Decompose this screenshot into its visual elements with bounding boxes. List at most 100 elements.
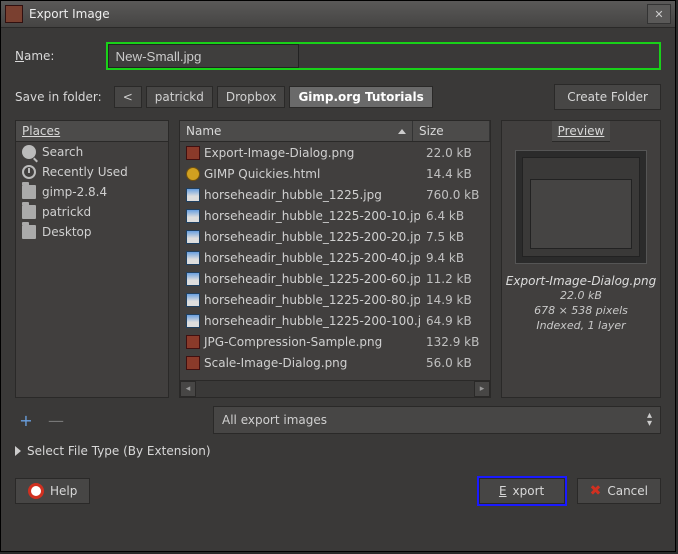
file-size: 14.9 kB <box>420 293 490 307</box>
app-icon <box>5 5 23 23</box>
places-item[interactable]: Search <box>16 142 168 162</box>
jpg-icon <box>186 314 200 328</box>
save-folder-label: Save in folder: <box>15 90 102 104</box>
search-icon <box>22 145 36 159</box>
help-button[interactable]: Help <box>15 478 90 504</box>
jpg-icon <box>186 293 200 307</box>
file-size: 11.2 kB <box>420 272 490 286</box>
horizontal-scrollbar[interactable]: ◂ ▸ <box>180 380 490 397</box>
add-bookmark-button[interactable]: + <box>15 411 37 430</box>
jpg-icon <box>186 230 200 244</box>
file-row[interactable]: Export-Image-Dialog.png 22.0 kB <box>180 142 490 163</box>
file-size: 9.4 kB <box>420 251 490 265</box>
jpg-icon <box>186 188 200 202</box>
places-item[interactable]: Recently Used <box>16 162 168 182</box>
png-icon <box>186 335 200 349</box>
preview-thumbnail <box>515 150 647 264</box>
png-icon <box>186 356 200 370</box>
titlebar: Export Image ✕ <box>1 1 675 28</box>
updown-icon: ▴▾ <box>647 412 652 428</box>
file-size: 22.0 kB <box>420 146 490 160</box>
export-image-dialog: Export Image ✕ Name: Save in folder: < p… <box>0 0 676 552</box>
file-row[interactable]: JPG-Compression-Sample.png 132.9 kB <box>180 331 490 352</box>
file-size: 56.0 kB <box>420 356 490 370</box>
places-header: Places <box>22 124 60 138</box>
file-row[interactable]: horseheadir_hubble_1225-200-60.jpg11.2 k… <box>180 268 490 289</box>
places-item-label: patrickd <box>42 205 91 219</box>
places-item-label: Search <box>42 145 83 159</box>
file-name: Scale-Image-Dialog.png <box>204 356 347 370</box>
file-size: 760.0 kB <box>420 188 490 202</box>
file-size: 7.5 kB <box>420 230 490 244</box>
path-segment-2[interactable]: Gimp.org Tutorials <box>289 86 432 108</box>
file-size: 14.4 kB <box>420 167 490 181</box>
file-row[interactable]: Scale-Image-Dialog.png 56.0 kB <box>180 352 490 373</box>
filename-input[interactable] <box>108 44 299 68</box>
places-item-label: Recently Used <box>42 165 128 179</box>
preview-header: Preview <box>558 124 605 138</box>
png-icon <box>186 146 200 160</box>
file-row[interactable]: GIMP Quickies.html 14.4 kB <box>180 163 490 184</box>
window-title: Export Image <box>29 7 110 21</box>
export-button[interactable]: Export <box>479 478 565 504</box>
remove-bookmark-button: — <box>45 411 67 430</box>
file-name: horseheadir_hubble_1225-200-60.jpg <box>204 272 420 286</box>
cancel-button[interactable]: ✖ Cancel <box>577 478 661 504</box>
filter-label: All export images <box>222 413 327 427</box>
file-size: 132.9 kB <box>420 335 490 349</box>
preview-panel: Preview Export-Image-Dialog.png 22.0 kB … <box>501 120 661 398</box>
jpg-icon <box>186 209 200 223</box>
file-list-panel: Name Size Export-Image-Dialog.png 22.0 kB… <box>179 120 491 398</box>
cancel-icon: ✖ <box>590 483 602 499</box>
file-name: Export-Image-Dialog.png <box>204 146 354 160</box>
file-name: GIMP Quickies.html <box>204 167 320 181</box>
places-item-label: gimp-2.8.4 <box>42 185 107 199</box>
file-name: horseheadir_hubble_1225-200-40.jpg <box>204 251 420 265</box>
places-item-label: Desktop <box>42 225 92 239</box>
file-name: horseheadir_hubble_1225-200-100.jpg <box>204 314 420 328</box>
file-row[interactable]: horseheadir_hubble_1225-200-20.jpg7.5 kB <box>180 226 490 247</box>
select-file-type-expander[interactable]: Select File Type (By Extension) <box>15 444 661 458</box>
sort-ascending-icon <box>398 129 406 134</box>
file-name: horseheadir_hubble_1225-200-20.jpg <box>204 230 420 244</box>
places-item[interactable]: gimp-2.8.4 <box>16 182 168 202</box>
preview-size: 22.0 kB <box>560 288 602 303</box>
preview-filename: Export-Image-Dialog.png <box>506 274 656 288</box>
scroll-right-icon[interactable]: ▸ <box>474 381 490 397</box>
file-name: horseheadir_hubble_1225-200-80.jpg <box>204 293 420 307</box>
file-size: 64.9 kB <box>420 314 490 328</box>
folder-icon <box>22 185 36 199</box>
places-item[interactable]: Desktop <box>16 222 168 242</box>
path-up-button[interactable]: < <box>114 86 142 108</box>
folder-icon <box>22 205 36 219</box>
file-row[interactable]: horseheadir_hubble_1225.jpg 760.0 kB <box>180 184 490 205</box>
column-header-name[interactable]: Name <box>180 121 413 141</box>
file-row[interactable]: horseheadir_hubble_1225-200-100.jpg64.9 … <box>180 310 490 331</box>
file-row[interactable]: horseheadir_hubble_1225-200-80.jpg14.9 k… <box>180 289 490 310</box>
file-name: JPG-Compression-Sample.png <box>204 335 382 349</box>
recent-icon <box>22 165 36 179</box>
file-row[interactable]: horseheadir_hubble_1225-200-10.jpg6.4 kB <box>180 205 490 226</box>
places-item[interactable]: patrickd <box>16 202 168 222</box>
path-segment-1[interactable]: Dropbox <box>217 86 286 108</box>
places-panel: Places Search Recently Used gimp-2.8.4 patr… <box>15 120 169 398</box>
close-button[interactable]: ✕ <box>647 4 671 24</box>
help-icon <box>28 483 44 499</box>
file-row[interactable]: horseheadir_hubble_1225-200-40.jpg9.4 kB <box>180 247 490 268</box>
scroll-left-icon[interactable]: ◂ <box>180 381 196 397</box>
preview-dimensions: 678 × 538 pixels <box>534 303 628 318</box>
path-segment-0[interactable]: patrickd <box>146 86 213 108</box>
folder-icon <box>22 225 36 239</box>
file-size: 6.4 kB <box>420 209 490 223</box>
expander-triangle-icon <box>15 446 21 456</box>
preview-mode: Indexed, 1 layer <box>536 318 625 333</box>
jpg-icon <box>186 272 200 286</box>
jpg-icon <box>186 251 200 265</box>
create-folder-button[interactable]: Create Folder <box>554 84 661 110</box>
column-header-size[interactable]: Size <box>413 121 490 141</box>
html-icon <box>186 167 200 181</box>
file-name: horseheadir_hubble_1225.jpg <box>204 188 382 202</box>
file-type-filter-combo[interactable]: All export images ▴▾ <box>213 406 661 434</box>
file-name: horseheadir_hubble_1225-200-10.jpg <box>204 209 420 223</box>
name-label: Name: <box>15 49 54 63</box>
